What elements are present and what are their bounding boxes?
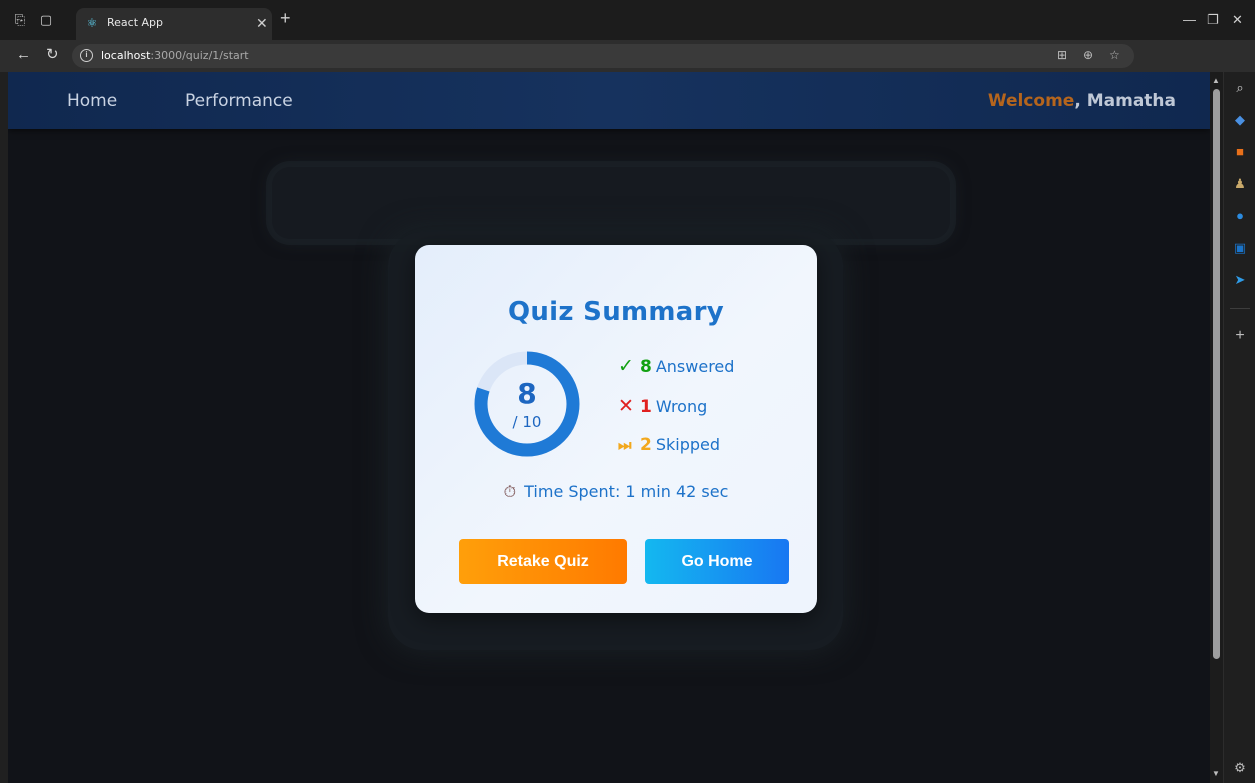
nav-performance-link[interactable]: Performance bbox=[185, 91, 293, 111]
address-bar-row: ← ↻ i localhost:3000/quiz/1/start ⊞ ⊕ ☆ … bbox=[0, 40, 1255, 105]
skipped-stat: ⏭ 2 Skipped bbox=[618, 435, 720, 459]
summary-title: Quiz Summary bbox=[507, 297, 725, 327]
score-value: 8 bbox=[517, 377, 537, 410]
wrong-stat: ✕ 1 Wrong bbox=[618, 395, 707, 419]
add-sidebar-app-icon[interactable]: + bbox=[1232, 328, 1248, 344]
scroll-up-icon[interactable]: ▲ bbox=[1212, 76, 1220, 85]
zoom-icon[interactable]: ⊕ bbox=[1083, 48, 1093, 62]
edge-sidebar: ⌕ ◆ ■ ♟ ● ▣ ➤ + ⚙ bbox=[1223, 72, 1255, 783]
site-info-icon[interactable]: i bbox=[80, 49, 93, 62]
skipped-count: 2 bbox=[640, 435, 652, 455]
sidebar-divider bbox=[1230, 308, 1250, 309]
page-viewport: Home Performance Welcome, Mamatha Quiz S… bbox=[8, 72, 1210, 783]
skip-forward-icon: ⏭ bbox=[618, 436, 632, 454]
retake-quiz-button[interactable]: Retake Quiz bbox=[459, 539, 627, 584]
settings-gear-icon[interactable]: ⚙ bbox=[1232, 760, 1248, 776]
app-navbar: Home Performance Welcome, Mamatha bbox=[8, 72, 1210, 129]
outlook-icon[interactable]: ▣ bbox=[1232, 240, 1248, 256]
skipped-label: Skipped bbox=[655, 435, 721, 454]
browser-tab[interactable]: ⚛ React App ✕ bbox=[76, 8, 272, 40]
scroll-down-icon[interactable]: ▼ bbox=[1212, 769, 1220, 778]
stopwatch-icon: ⏱ bbox=[503, 482, 517, 501]
quiz-summary-card: Quiz Summary 8 / 10 ✓ 8 Answered ✕ 1 Wrong ⏭… bbox=[415, 245, 817, 613]
page-scrollbar[interactable]: ▲ ▼ bbox=[1210, 72, 1223, 783]
tab-actions-icon[interactable]: ▢ bbox=[38, 12, 54, 28]
refresh-icon[interactable]: ↻ bbox=[46, 47, 59, 63]
nav-home-link[interactable]: Home bbox=[67, 91, 117, 111]
answered-stat: ✓ 8 Answered bbox=[618, 355, 734, 379]
send-icon[interactable]: ➤ bbox=[1232, 272, 1248, 288]
restore-icon[interactable]: ❐ bbox=[1207, 12, 1219, 28]
games-icon[interactable]: ♟ bbox=[1232, 176, 1248, 192]
favorite-star-icon[interactable]: ☆ bbox=[1109, 48, 1120, 62]
react-icon: ⚛ bbox=[86, 16, 98, 30]
back-icon[interactable]: ← bbox=[16, 47, 31, 63]
minimize-icon[interactable]: — bbox=[1183, 12, 1196, 27]
tools-briefcase-icon[interactable]: ■ bbox=[1232, 144, 1248, 160]
checkmark-icon: ✓ bbox=[618, 355, 634, 377]
background-question-card bbox=[272, 167, 950, 239]
immersive-reader-icon[interactable]: ⊞ bbox=[1057, 48, 1067, 62]
tab-title: React App bbox=[107, 16, 164, 29]
new-tab-button[interactable]: + bbox=[280, 9, 291, 27]
search-icon[interactable]: ⌕ bbox=[1232, 80, 1248, 96]
cross-icon: ✕ bbox=[618, 395, 634, 417]
browser-tab-bar: ⎘ ▢ ⚛ React App ✕ + — ❐ ✕ bbox=[0, 0, 1255, 40]
workspaces-icon[interactable]: ⎘ bbox=[12, 12, 28, 28]
wrong-label: Wrong bbox=[655, 397, 708, 416]
url-text[interactable]: localhost:3000/quiz/1/start bbox=[101, 49, 249, 62]
time-spent-text: Time Spent: 1 min 42 sec bbox=[524, 482, 729, 501]
copilot-sidebar-icon[interactable]: ● bbox=[1232, 208, 1248, 224]
answered-count: 8 bbox=[640, 357, 652, 377]
tab-close-icon[interactable]: ✕ bbox=[256, 15, 268, 32]
go-home-button[interactable]: Go Home bbox=[645, 539, 789, 584]
time-spent: ⏱ Time Spent: 1 min 42 sec bbox=[415, 482, 817, 502]
score-total: / 10 bbox=[512, 413, 542, 431]
close-window-icon[interactable]: ✕ bbox=[1232, 12, 1243, 28]
shopping-tag-icon[interactable]: ◆ bbox=[1232, 112, 1248, 128]
wrong-count: 1 bbox=[640, 397, 652, 417]
welcome-message: Welcome, Mamatha bbox=[987, 91, 1176, 111]
url-field[interactable]: i localhost:3000/quiz/1/start ⊞ ⊕ ☆ bbox=[72, 44, 1134, 68]
scrollbar-thumb[interactable] bbox=[1213, 89, 1220, 659]
answered-label: Answered bbox=[655, 357, 735, 376]
